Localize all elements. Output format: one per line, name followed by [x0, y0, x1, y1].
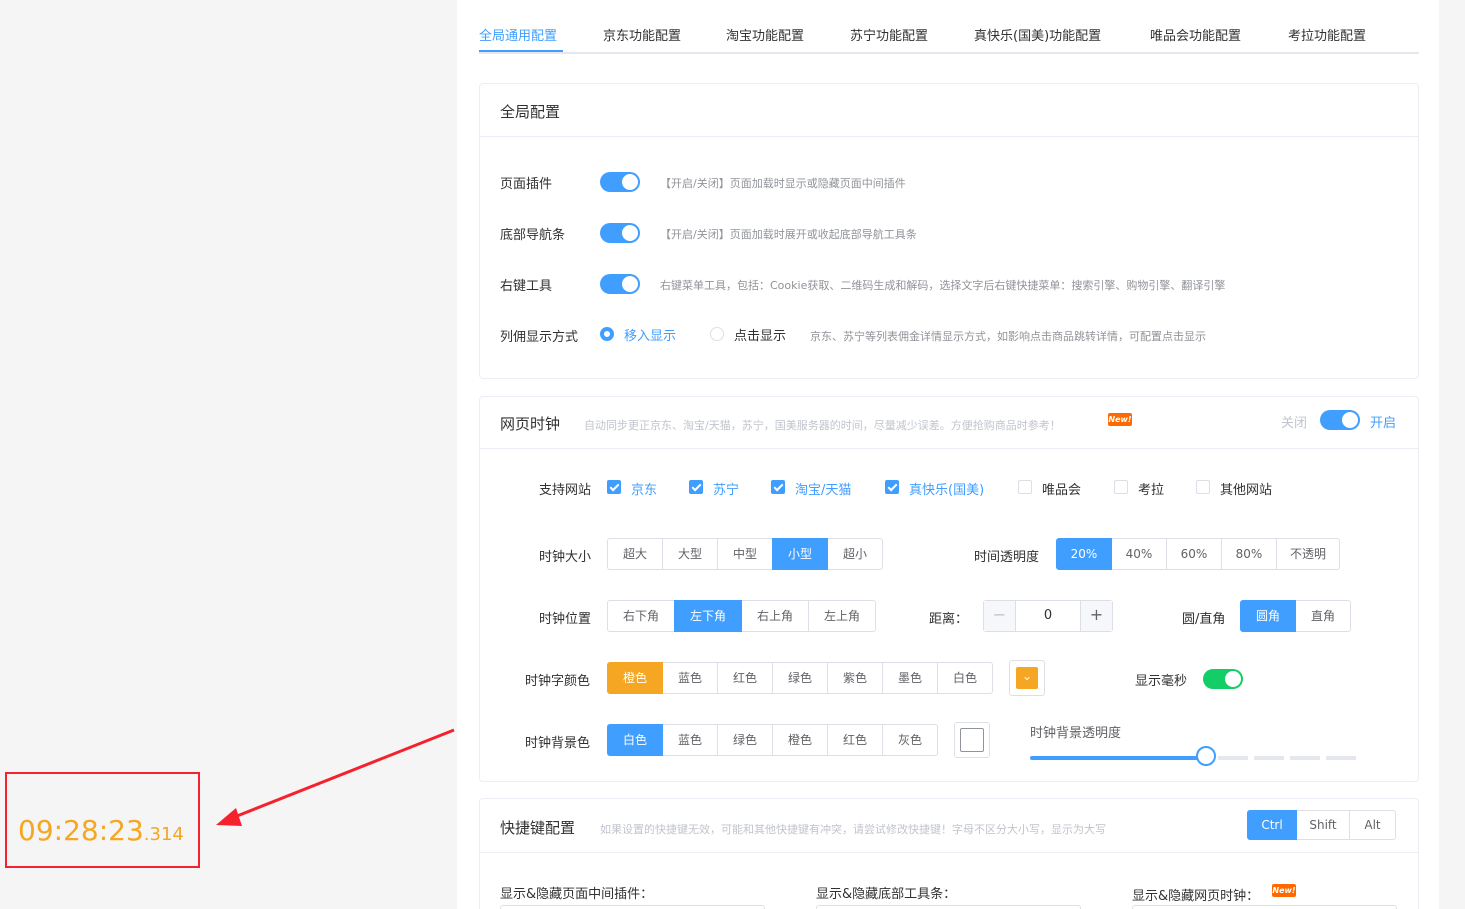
font-color-button-selected[interactable]: 橙色: [607, 662, 663, 694]
corner-round-button[interactable]: 圆角: [1240, 600, 1296, 632]
modifier-ctrl-button[interactable]: Ctrl: [1247, 810, 1297, 840]
size-option-button-selected[interactable]: 小型: [772, 538, 828, 570]
bg-color-button-selected[interactable]: 白色: [607, 724, 663, 756]
opacity-option-button-selected[interactable]: 20%: [1056, 538, 1112, 570]
annotation-arrow-icon: [216, 728, 455, 826]
position-option-button-selected[interactable]: 左下角: [674, 600, 742, 632]
